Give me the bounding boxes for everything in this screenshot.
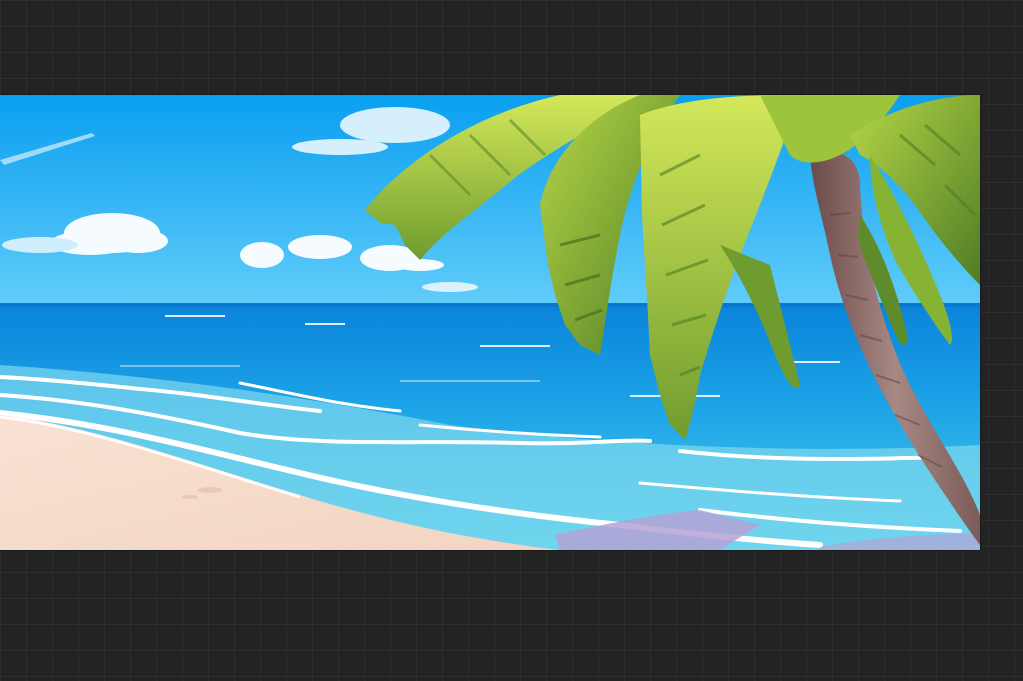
- beach-illustration: [0, 95, 980, 550]
- artwork-canvas: [0, 95, 980, 550]
